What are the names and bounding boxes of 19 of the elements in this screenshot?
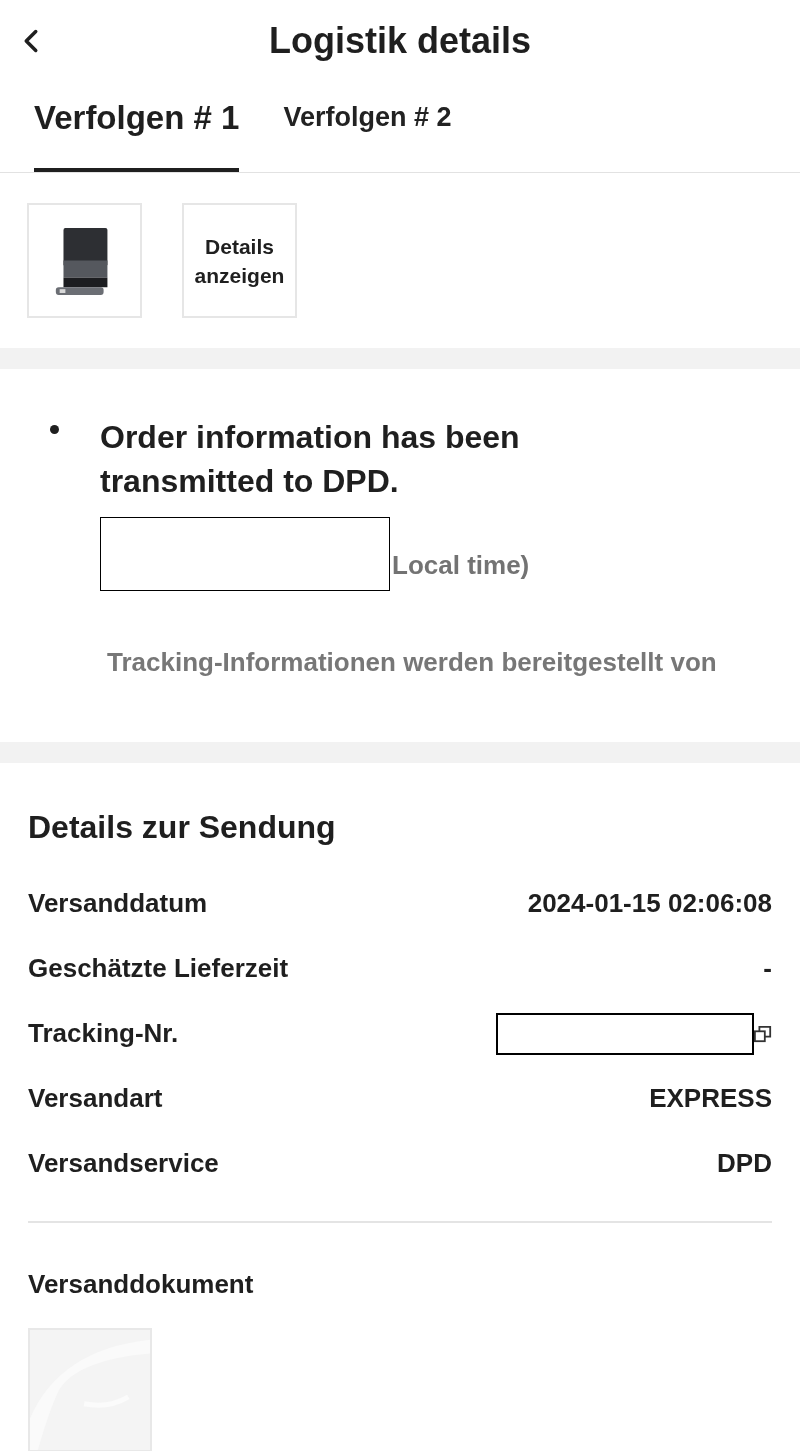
- row-label: Tracking-Nr.: [28, 1017, 179, 1050]
- tab[interactable]: Verfolgen # 1: [34, 82, 240, 172]
- row-label: Geschätzte Lieferzeit: [28, 952, 289, 985]
- row-value: -: [763, 952, 772, 985]
- tab[interactable]: Verfolgen # 2: [283, 82, 452, 172]
- row-label: Versandservice: [28, 1147, 219, 1180]
- copy-icon[interactable]: [754, 1024, 772, 1043]
- row-value: EXPRESS: [649, 1082, 772, 1115]
- row-value: DPD: [717, 1147, 772, 1180]
- time-text: Local time): [392, 549, 530, 582]
- row-value: 2024-01-15 02:06:08: [527, 887, 772, 920]
- section-title: Details zur Sendung: [28, 808, 337, 847]
- status-text: Order information has been transmitted to DPD.: [100, 418, 521, 501]
- row-label: Versanddatum: [28, 887, 208, 920]
- page-title: Logistik details: [268, 19, 532, 63]
- details-button[interactable]: Details anzeigen: [182, 203, 297, 318]
- document-title: Versanddokument: [28, 1268, 255, 1301]
- row-label: Versandart: [28, 1082, 163, 1115]
- provider-note: Tracking-Informationen werden bereitgestellt von: [106, 646, 718, 679]
